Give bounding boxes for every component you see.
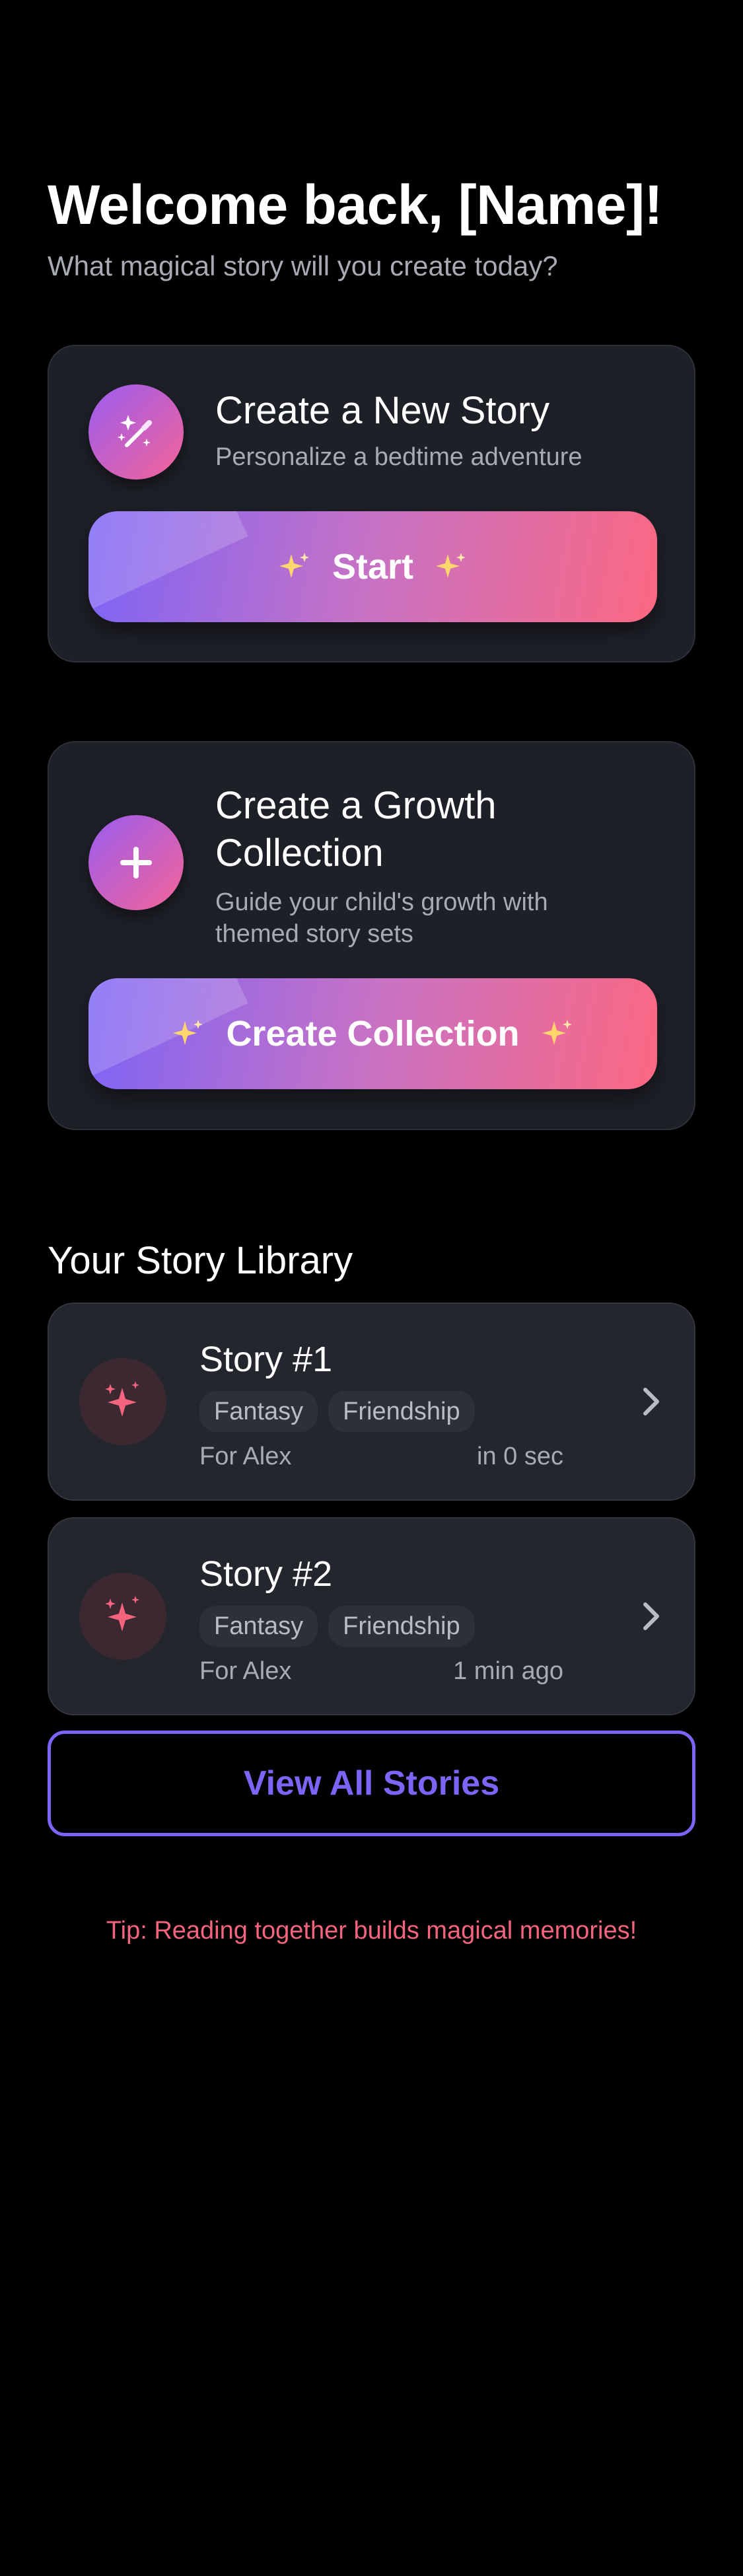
story-library-title: Your Story Library [48,1239,353,1282]
growth-collection-card: Create a Growth Collection Guide your ch… [48,741,695,1130]
story-card-1[interactable]: Story #1 Fantasy Friendship For Alex in … [48,1303,695,1501]
story-title: Story #1 [199,1340,333,1379]
story-tags: Fantasy Friendship [199,1391,475,1432]
greeting: Welcome back, [Name]! What magical story… [48,173,662,283]
story-recipient: For Alex [199,1657,292,1685]
story-tags: Fantasy Friendship [199,1606,475,1647]
magic-wand-icon [88,384,184,480]
story-timestamp: in 0 sec [477,1443,563,1470]
tag-badge: Friendship [328,1391,475,1432]
start-button[interactable]: Start [88,511,657,622]
tag-badge: Fantasy [199,1606,318,1647]
create-collection-button[interactable]: Create Collection [88,978,657,1089]
new-story-title: Create a New Story [215,389,550,432]
sparkles-icon [542,1020,572,1045]
new-story-card: Create a New Story Personalize a bedtime… [48,345,695,662]
sparkles-icon [436,553,466,578]
sparkles-icon [173,1020,203,1045]
story-timestamp: 1 min ago [453,1657,563,1685]
chevron-right-icon [643,1388,659,1415]
view-all-stories-button[interactable]: View All Stories [48,1731,695,1836]
growth-collection-subtitle: Guide your child's growth with themed st… [215,888,548,948]
page-title: Welcome back, [Name]! [48,174,662,236]
sparkles-icon [279,553,309,578]
story-recipient: For Alex [199,1443,292,1470]
chevron-right-icon [643,1602,659,1630]
sparkle-icon [79,1358,166,1445]
create-collection-label: Create Collection [226,1014,520,1054]
story-card-2[interactable]: Story #2 Fantasy Friendship For Alex 1 m… [48,1517,695,1715]
home-screen: Welcome back, [Name]! What magical story… [0,0,743,2576]
start-button-label: Start [332,547,414,587]
sparkle-icon [79,1573,166,1660]
page-subtitle: What magical story will you create today… [48,250,558,281]
plus-icon [88,815,184,910]
tag-badge: Fantasy [199,1391,318,1432]
story-title: Story #2 [199,1554,333,1594]
view-all-stories-label: View All Stories [243,1764,500,1803]
growth-collection-title: Create a Growth Collection [215,784,497,875]
new-story-subtitle: Personalize a bedtime adventure [215,443,583,471]
tag-badge: Friendship [328,1606,475,1647]
tip-text: Tip: Reading together builds magical mem… [106,1917,637,1945]
